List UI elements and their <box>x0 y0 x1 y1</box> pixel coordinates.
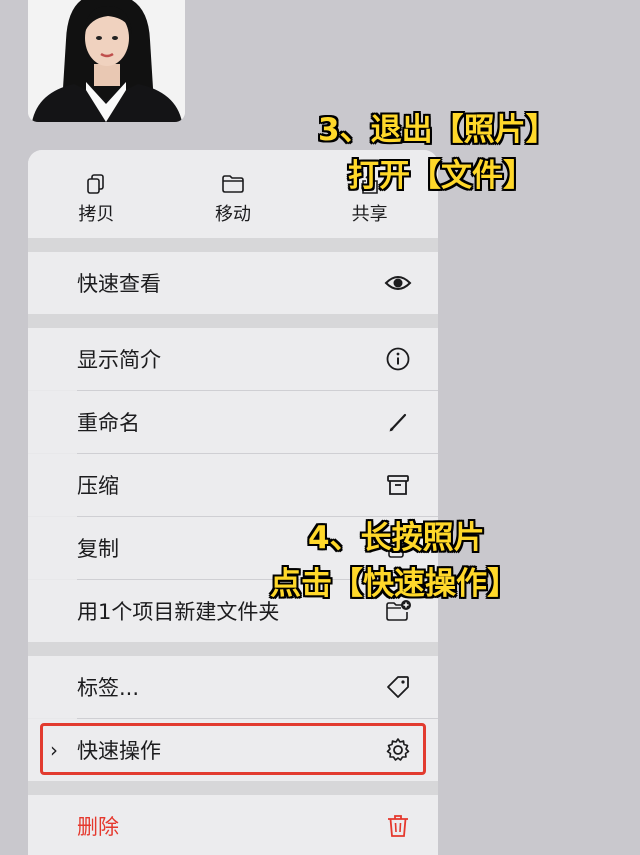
step3-annotation-line1: 3、退出【照片】 <box>318 112 557 148</box>
quick-look-label: 快速查看 <box>77 272 161 296</box>
menu-item-get-info[interactable]: 显示简介 <box>28 328 438 390</box>
section-divider <box>28 642 438 656</box>
menu-item-delete[interactable]: 删除 <box>28 795 438 855</box>
photo-thumbnail[interactable] <box>28 0 185 122</box>
menu-item-rename[interactable]: 重命名 <box>28 391 438 453</box>
eye-icon <box>384 276 412 290</box>
compress-label: 压缩 <box>77 474 119 498</box>
section-divider <box>28 314 438 328</box>
portrait-image <box>28 0 185 122</box>
share-label: 共享 <box>351 204 388 225</box>
quick-actions-highlight-box <box>40 723 426 775</box>
folder-icon <box>222 175 244 193</box>
step3-annotation-line2: 打开【文件】 <box>348 158 534 194</box>
menu-item-compress[interactable]: 压缩 <box>28 454 438 516</box>
pencil-icon <box>389 413 407 432</box>
duplicate-label: 复制 <box>77 537 119 561</box>
archive-box-icon <box>387 475 409 495</box>
new-folder-with-item-label: 用1个项目新建文件夹 <box>77 600 280 624</box>
tag-icon <box>387 676 409 698</box>
info-icon <box>386 347 410 371</box>
step4-annotation-line1: 4、长按照片 <box>308 520 485 556</box>
rename-label: 重命名 <box>77 411 140 435</box>
copy-button[interactable]: 拷贝 <box>28 150 165 238</box>
delete-label: 删除 <box>77 815 119 839</box>
copy-label: 拷贝 <box>78 204 115 225</box>
menu-item-quick-look[interactable]: 快速查看 <box>28 252 438 314</box>
trash-icon <box>388 815 408 837</box>
section-divider <box>28 781 438 795</box>
menu-item-tags[interactable]: 标签... <box>28 656 438 718</box>
copy-icon <box>87 174 105 194</box>
step4-annotation-line2: 点击【快速操作】 <box>270 566 518 602</box>
tags-label: 标签... <box>77 676 140 700</box>
get-info-label: 显示简介 <box>77 348 161 372</box>
section-divider <box>28 238 438 252</box>
move-label: 移动 <box>215 204 251 225</box>
move-button[interactable]: 移动 <box>165 150 302 238</box>
